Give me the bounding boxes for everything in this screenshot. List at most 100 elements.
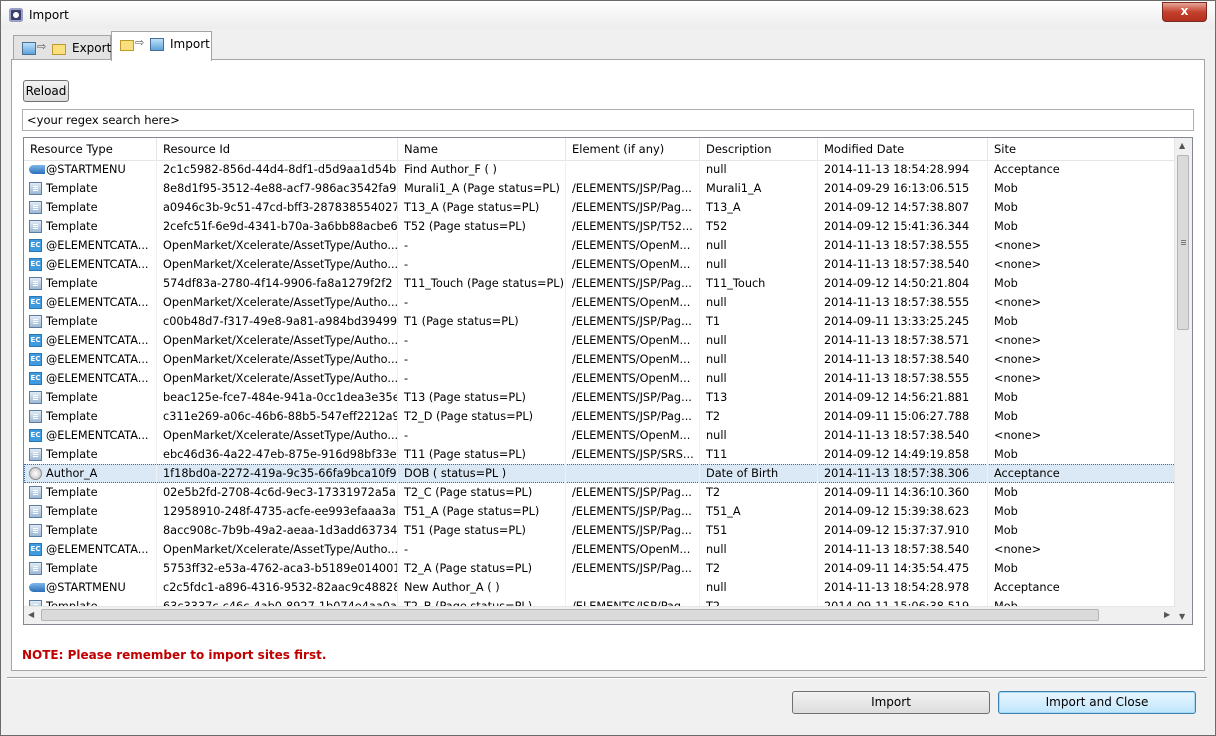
cell-name: T11_Touch (Page status=PL) xyxy=(398,274,566,293)
reload-button[interactable]: Reload xyxy=(23,80,69,102)
cell-element: /ELEMENTS/OpenM... xyxy=(566,369,700,388)
column-header-element[interactable]: Element (if any) xyxy=(566,138,700,160)
table-row[interactable]: Template beac125e-fce7-484e-941a-0cc1dea3… xyxy=(24,388,1176,407)
cell-name: T11 (Page status=PL) xyxy=(398,445,566,464)
cell-name: - xyxy=(398,540,566,559)
cell-modified-date: 2014-09-11 13:33:25.245 xyxy=(818,312,988,331)
cell-modified-date: 2014-11-13 18:57:38.571 xyxy=(818,331,988,350)
horizontal-scroll-thumb[interactable] xyxy=(41,609,1099,621)
cell-type: Template xyxy=(24,179,157,198)
table-row[interactable]: Template 5753ff32-e53a-4762-aca3-b5189e01… xyxy=(24,559,1176,578)
cell-id: OpenMarket/Xcelerate/AssetType/Autho... xyxy=(157,331,398,350)
cell-id: a0946c3b-9c51-47cd-bff3-287838554027 xyxy=(157,198,398,217)
table-row[interactable]: EC @ELEMENTCATA... OpenMarket/Xcelerate/As… xyxy=(24,540,1176,559)
regex-search-input[interactable]: <your regex search here> xyxy=(22,109,1194,131)
cell-element: /ELEMENTS/OpenM... xyxy=(566,255,700,274)
table-row[interactable]: Template ebc46d36-4a22-47eb-875e-916d98bf… xyxy=(24,445,1176,464)
cell-modified-date: 2014-11-13 18:57:38.540 xyxy=(818,255,988,274)
cell-description: Murali1_A xyxy=(700,179,818,198)
table-row[interactable]: EC @ELEMENTCATA... OpenMarket/Xcelerate/As… xyxy=(24,236,1176,255)
cell-site: Mob xyxy=(988,217,1176,236)
cell-type: Template xyxy=(24,217,157,236)
cell-element: /ELEMENTS/JSP/Pag... xyxy=(566,502,700,521)
table-body: @STARTMENU 2c1c5982-856d-44d4-8df1-d5d9aa… xyxy=(24,160,1176,616)
import-and-close-button[interactable]: Import and Close xyxy=(998,691,1196,714)
table-row[interactable]: Template 8acc908c-7b9b-49a2-aeaa-1d3add63… xyxy=(24,521,1176,540)
scroll-up-icon[interactable]: ▲ xyxy=(1179,141,1185,150)
scroll-right-icon[interactable]: ▶ xyxy=(1164,610,1170,619)
cell-modified-date: 2014-09-12 15:37:37.910 xyxy=(818,521,988,540)
cell-modified-date: 2014-11-13 18:57:38.540 xyxy=(818,540,988,559)
window-title: Import xyxy=(29,8,69,22)
cell-element: /ELEMENTS/JSP/Pag... xyxy=(566,274,700,293)
app-icon xyxy=(9,8,23,22)
cell-type: Template xyxy=(24,198,157,217)
cell-name: T13 (Page status=PL) xyxy=(398,388,566,407)
table-row[interactable]: @STARTMENU c2c5fdc1-a896-4316-9532-82aac9… xyxy=(24,578,1176,597)
table-row[interactable]: Template c311e269-a06c-46b6-88b5-547eff22… xyxy=(24,407,1176,426)
vertical-scrollbar[interactable]: ▲ ▼ xyxy=(1174,138,1192,624)
cell-description: T52 xyxy=(700,217,818,236)
cell-description: T51_A xyxy=(700,502,818,521)
cell-type: Template xyxy=(24,388,157,407)
cell-description: T51 xyxy=(700,521,818,540)
cell-id: OpenMarket/Xcelerate/AssetType/Autho... xyxy=(157,255,398,274)
table-row[interactable]: Template 12958910-248f-4735-acfe-ee993efa… xyxy=(24,502,1176,521)
cell-element: /ELEMENTS/JSP/Pag... xyxy=(566,198,700,217)
table-row[interactable]: EC @ELEMENTCATA... OpenMarket/Xcelerate/As… xyxy=(24,331,1176,350)
cell-element xyxy=(566,464,700,483)
cell-type: @ELEMENTCATA... xyxy=(24,540,157,559)
table-row[interactable]: EC @ELEMENTCATA... OpenMarket/Xcelerate/As… xyxy=(24,293,1176,312)
table-row[interactable]: @STARTMENU 2c1c5982-856d-44d4-8df1-d5d9aa… xyxy=(24,160,1176,179)
horizontal-scrollbar[interactable]: ◀ ▶ xyxy=(24,606,1176,624)
tab-export-label: Export xyxy=(72,41,112,55)
cell-type: @ELEMENTCATA... xyxy=(24,369,157,388)
table-row[interactable]: Template 8e8d1f95-3512-4e88-acf7-986ac354… xyxy=(24,179,1176,198)
table-row[interactable]: Template a0946c3b-9c51-47cd-bff3-28783855… xyxy=(24,198,1176,217)
cell-site: <none> xyxy=(988,426,1176,445)
cell-modified-date: 2014-09-11 14:36:10.360 xyxy=(818,483,988,502)
table-row[interactable]: EC @ELEMENTCATA... OpenMarket/Xcelerate/As… xyxy=(24,255,1176,274)
scroll-down-icon[interactable]: ▼ xyxy=(1179,612,1185,621)
cell-id: OpenMarket/Xcelerate/AssetType/Autho... xyxy=(157,236,398,255)
cell-id: OpenMarket/Xcelerate/AssetType/Autho... xyxy=(157,426,398,445)
cell-type: Template xyxy=(24,521,157,540)
cell-description: T13 xyxy=(700,388,818,407)
resource-table[interactable]: Resource Type Resource Id Name Element (if … xyxy=(23,137,1193,625)
column-header-type[interactable]: Resource Type xyxy=(24,138,157,160)
table-row[interactable]: Template 574df83a-2780-4f14-9906-fa8a1279… xyxy=(24,274,1176,293)
table-row[interactable]: Template c00b48d7-f317-49e8-9a81-a984bd39… xyxy=(24,312,1176,331)
vertical-scroll-thumb[interactable] xyxy=(1177,155,1189,330)
scroll-left-icon[interactable]: ◀ xyxy=(28,610,34,619)
table-row[interactable]: Template 2cefc51f-6e9d-4341-b70a-3a6bb88a… xyxy=(24,217,1176,236)
cell-name: T13_A (Page status=PL) xyxy=(398,198,566,217)
cell-modified-date: 2014-11-13 18:57:38.540 xyxy=(818,426,988,445)
column-header-modified-date[interactable]: Modified Date xyxy=(818,138,988,160)
table-row[interactable]: Author_A 1f18bd0a-2272-419a-9c35-66fa9bca… xyxy=(24,464,1176,483)
title-bar[interactable]: Import x xyxy=(1,1,1215,29)
cell-element: /ELEMENTS/OpenM... xyxy=(566,331,700,350)
table-row[interactable]: EC @ELEMENTCATA... OpenMarket/Xcelerate/As… xyxy=(24,369,1176,388)
column-header-name[interactable]: Name xyxy=(398,138,566,160)
cell-type: Template xyxy=(24,312,157,331)
table-header: Resource Type Resource Id Name Element (if … xyxy=(24,138,1176,161)
column-header-description[interactable]: Description xyxy=(700,138,818,160)
tab-export[interactable]: ⇨ Export xyxy=(13,35,111,59)
column-header-site[interactable]: Site xyxy=(988,138,1176,160)
tab-import[interactable]: ⇨ Import xyxy=(111,31,212,61)
cell-site: <none> xyxy=(988,369,1176,388)
cell-type: @ELEMENTCATA... xyxy=(24,236,157,255)
table-row[interactable]: Template 02e5b2fd-2708-4c6d-9ec3-17331972… xyxy=(24,483,1176,502)
cell-name: - xyxy=(398,426,566,445)
table-row[interactable]: EC @ELEMENTCATA... OpenMarket/Xcelerate/As… xyxy=(24,350,1176,369)
cell-id: 574df83a-2780-4f14-9906-fa8a1279f2f2 xyxy=(157,274,398,293)
cell-type: Template xyxy=(24,445,157,464)
import-button[interactable]: Import xyxy=(792,691,990,714)
table-row[interactable]: EC @ELEMENTCATA... OpenMarket/Xcelerate/As… xyxy=(24,426,1176,445)
cell-modified-date: 2014-11-13 18:57:38.540 xyxy=(818,350,988,369)
cell-type: Template xyxy=(24,407,157,426)
close-button[interactable]: x xyxy=(1162,2,1207,22)
column-header-id[interactable]: Resource Id xyxy=(157,138,398,160)
import-note: NOTE: Please remember to import sites fi… xyxy=(22,648,327,662)
cell-description: T2 xyxy=(700,559,818,578)
